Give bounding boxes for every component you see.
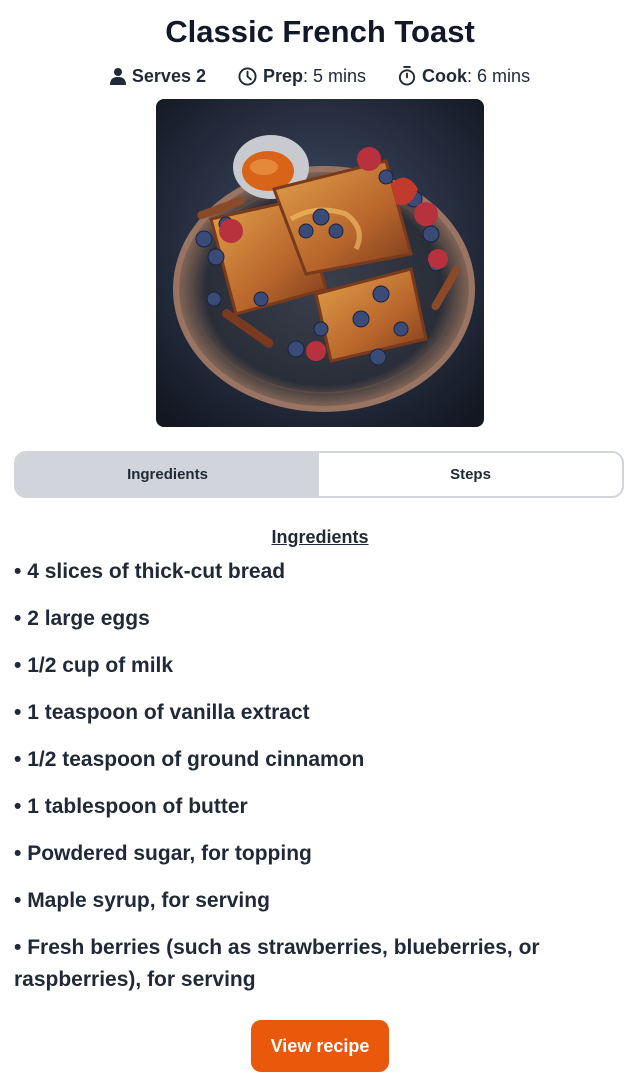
recipe-meta: Serves 2 Prep: 5 mins Cook: 6 mins [0,63,640,89]
list-item: 4 slices of thick-cut bread [14,556,626,588]
list-item: 1 teaspoon of vanilla extract [14,697,626,729]
cook-label: Cook [422,65,468,86]
ingredients-list: 4 slices of thick-cut bread 2 large eggs… [0,556,640,996]
list-item: 1 tablespoon of butter [14,791,626,823]
recipe-image [156,99,484,427]
view-recipe-button[interactable]: View recipe [250,1020,390,1072]
tab-bar: Ingredients Steps [14,451,624,498]
recipe-card: Classic French Toast Serves 2 Prep: 5 mi… [0,0,640,1072]
prep-label: Prep [262,65,304,86]
list-item: Powdered sugar, for topping [14,838,626,870]
clock-icon [238,66,257,86]
serves-info: Serves 2 [109,65,206,87]
list-item: Fresh berries (such as strawberries, blu… [14,932,626,996]
prep-info: Prep: 5 mins [238,66,366,87]
list-item: 1/2 cup of milk [14,650,626,682]
tab-steps[interactable]: Steps [319,453,622,496]
list-item: 1/2 teaspoon of ground cinnamon [14,744,626,776]
list-item: Maple syrup, for serving [14,885,626,917]
cta-container: View recipe [0,1020,640,1072]
cook-value: : 6 mins [467,65,531,86]
tab-ingredients[interactable]: Ingredients [16,453,319,496]
cook-info: Cook: 6 mins [398,66,530,87]
person-icon [109,67,126,85]
prep-value: : 5 mins [303,65,367,86]
recipe-title: Classic French Toast [165,14,475,49]
stopwatch-icon [398,66,416,86]
list-item: 2 large eggs [14,603,626,635]
section-title: Ingredients [271,527,369,547]
serves-label: Serves 2 [131,65,206,86]
